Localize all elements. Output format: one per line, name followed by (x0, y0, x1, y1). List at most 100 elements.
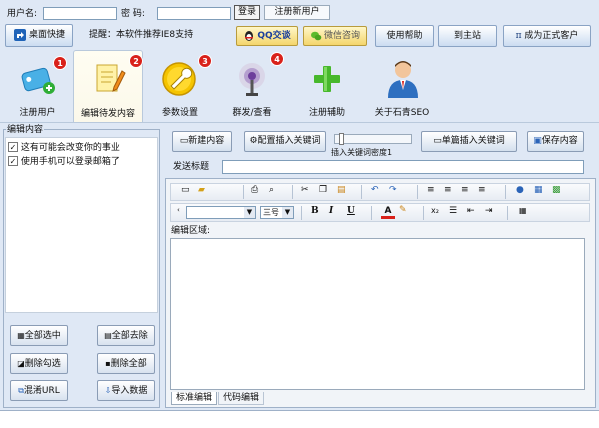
save-content-button[interactable]: ▣保存内容 (527, 131, 584, 152)
copy-icon[interactable]: ❐ (319, 185, 333, 199)
print-icon[interactable]: ⎙ (251, 185, 265, 199)
qq-icon (245, 30, 254, 41)
font-color-icon[interactable]: A (381, 205, 395, 219)
item-text: 这有可能会改变你的事业 (20, 143, 120, 153)
become-customer-button[interactable]: π 成为正式客户 (503, 25, 591, 47)
left-panel-title: 编辑内容 (6, 124, 45, 136)
qq-chat-button[interactable]: QQ交谈 (236, 26, 298, 46)
toolbar-separator (292, 185, 293, 199)
editor-toolbar-2: ‹ ▼ 三号 ▼ B I U A ✎ x₂ ☰ ⇤ ⇥ ▦ (170, 203, 590, 222)
home-button[interactable]: 到主站 (438, 25, 497, 47)
deselect-all-button[interactable]: ▤全部去除 (97, 325, 155, 346)
chevron-down-icon: ▼ (244, 207, 255, 218)
item-checkbox[interactable]: ✓ (8, 155, 18, 166)
tab-label: 关于石青SEO (374, 108, 430, 118)
delete-checked-button[interactable]: ◪删除勾选 (10, 353, 68, 374)
wrench-icon (162, 62, 196, 96)
import-data-button[interactable]: ⇩导入数据 (97, 380, 155, 401)
user-avatar-icon (388, 61, 418, 98)
open-folder-icon[interactable]: ▰ (198, 185, 212, 199)
username-input[interactable] (43, 7, 117, 20)
list-item[interactable]: ✓ 使用手机可以登录邮箱了 (8, 154, 120, 167)
help-button[interactable]: 使用帮助 (375, 25, 434, 47)
font-size-select[interactable]: 三号 ▼ (260, 206, 294, 219)
align-right-icon[interactable]: ≡ (461, 185, 475, 199)
image-icon[interactable]: ▩ (552, 185, 566, 199)
wechat-button[interactable]: 微信咨询 (303, 26, 367, 46)
tab-standard-edit[interactable]: 标准编辑 (171, 392, 217, 405)
config-icon: ⚙ (249, 136, 258, 146)
tab-register-helper[interactable]: 注册辅助 (290, 50, 364, 122)
status-bar (0, 410, 599, 428)
bold-button[interactable]: B (311, 206, 325, 220)
plus-icon (314, 66, 340, 92)
outdent-icon[interactable]: ⇤ (467, 206, 481, 220)
underline-button[interactable]: U (347, 206, 361, 220)
toolbar-separator (507, 206, 508, 220)
density-slider[interactable] (334, 133, 412, 145)
toolbar-separator (417, 185, 418, 199)
tab-send-view[interactable]: 4 群发/查看 (218, 50, 286, 122)
tab-code-edit[interactable]: 代码编辑 (218, 392, 264, 405)
density-slider-thumb[interactable] (339, 133, 344, 145)
toolbar-separator (371, 206, 372, 220)
broadcast-icon (239, 63, 265, 96)
pi-icon: π (515, 31, 522, 41)
tab-badge: 4 (270, 52, 284, 66)
redo-icon[interactable]: ↷ (389, 185, 403, 199)
edit-area-label: 编辑区域: (171, 226, 211, 236)
eraser-icon: ◪ (17, 359, 25, 368)
special-char-icon[interactable]: ▦ (519, 206, 533, 220)
username-label: 用户名: (7, 9, 38, 19)
toolbar-separator (301, 206, 302, 220)
single-insert-button[interactable]: ▭单篇插入关键词 (421, 131, 517, 152)
new-file-icon[interactable]: ▭ (181, 185, 195, 199)
align-center-icon[interactable]: ≡ (444, 185, 458, 199)
content-list[interactable]: ✓ 这有可能会改变你的事业 ✓ 使用手机可以登录邮箱了 (5, 137, 158, 313)
toolbar-separator (505, 185, 506, 199)
tab-label: 注册用户 (19, 108, 56, 118)
tab-label: 参数设置 (161, 108, 198, 118)
mix-url-button[interactable]: ⧉混淆URL (10, 380, 68, 401)
italic-button[interactable]: I (329, 206, 343, 220)
remove-format-icon[interactable]: x₂ (431, 206, 445, 220)
select-all-button[interactable]: ▦全部选中 (10, 325, 68, 346)
delete-all-button[interactable]: ▪删除全部 (97, 353, 155, 374)
item-checkbox[interactable]: ✓ (8, 141, 18, 152)
highlight-icon[interactable]: ✎ (399, 205, 413, 219)
edit-area[interactable] (170, 238, 585, 390)
notepad-pencil-icon (96, 64, 126, 92)
chevron-down-icon: ▼ (282, 207, 293, 218)
link-icon[interactable]: ● (516, 185, 530, 199)
toolbar-separator (423, 206, 424, 220)
password-label: 密 码: (121, 9, 145, 19)
cut-icon[interactable]: ✂ (301, 185, 315, 199)
undo-icon[interactable]: ↶ (371, 185, 385, 199)
new-content-button[interactable]: ▭新建内容 (172, 131, 232, 152)
numbered-list-icon[interactable]: ☰ (449, 206, 463, 220)
tab-edit-content[interactable]: 2 编辑待发内容 (73, 50, 143, 123)
tab-settings[interactable]: 3 参数设置 (146, 50, 214, 122)
list-item[interactable]: ✓ 这有可能会改变你的事业 (8, 140, 120, 153)
register-button[interactable]: 注册新用户 (264, 5, 330, 20)
align-left-icon[interactable]: ≡ (427, 185, 441, 199)
insert-keywords-button[interactable]: ⚙配置插入关键词 (244, 131, 326, 152)
login-button[interactable]: 登录 (234, 5, 260, 20)
paste-icon[interactable]: ▤ (337, 185, 351, 199)
editor-toolbar-1: ▭ ▰ ⎙ ⌕ ✂ ❐ ▤ ↶ ↷ ≡ ≡ ≡ ≡ ● ▦ ▩ (170, 183, 590, 201)
save-icon: ▣ (533, 136, 542, 146)
tab-register-user[interactable]: 1 注册用户 (5, 50, 70, 122)
tab-badge: 3 (198, 54, 212, 68)
send-title-input[interactable] (222, 160, 584, 174)
toolbar-separator (243, 185, 244, 199)
desktop-shortcut-button[interactable]: 桌面快捷 (5, 24, 73, 47)
table-icon[interactable]: ▦ (534, 185, 548, 199)
indent-icon[interactable]: ⇥ (485, 206, 499, 220)
preview-icon[interactable]: ⌕ (269, 185, 283, 199)
tab-label: 编辑待发内容 (80, 109, 135, 119)
password-input[interactable] (157, 7, 231, 20)
font-family-select[interactable]: ▼ (186, 206, 256, 219)
tab-about[interactable]: 关于石青SEO (366, 50, 438, 122)
tab-strip-divider (0, 122, 599, 123)
justify-icon[interactable]: ≡ (478, 185, 492, 199)
